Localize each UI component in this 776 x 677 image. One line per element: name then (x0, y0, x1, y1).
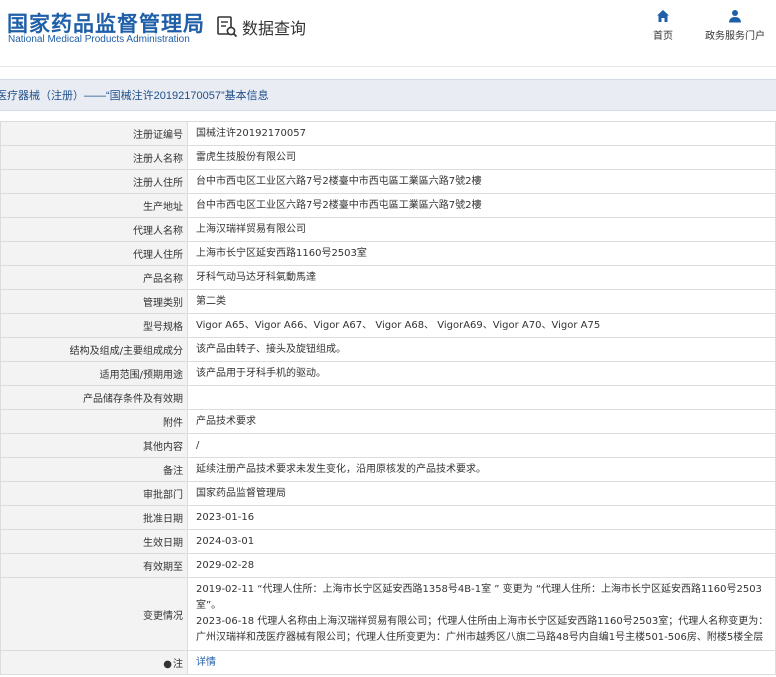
change-history-label: 变更情况 (0, 577, 188, 651)
row-label: 产品名称 (0, 265, 188, 290)
row-label: 其他内容 (0, 433, 188, 458)
row-value: 该产品由转子、接头及旋钮组成。 (187, 337, 776, 362)
table-row: 生效日期 2024-03-01 (0, 529, 776, 554)
row-value: Vigor A65、Vigor A66、Vigor A67、 Vigor A68… (187, 313, 776, 338)
table-row: 注册人住所 台中市西屯区工业区六路7号2楼臺中市西屯區工業區六路7號2樓 (0, 169, 776, 194)
row-value: / (187, 433, 776, 458)
change-history-row: 变更情况 2019-02-11 “代理人住所：上海市长宁区延安西路1358号4B… (0, 577, 776, 651)
row-label: 备注 (0, 457, 188, 482)
change-entry: 2019-02-11 “代理人住所：上海市长宁区延安西路1358号4B-1室 ”… (196, 584, 762, 611)
row-label: 审批部门 (0, 481, 188, 506)
row-label: 生效日期 (0, 529, 188, 554)
row-label: 管理类别 (0, 289, 188, 314)
row-label: 产品储存条件及有效期 (0, 385, 188, 410)
registration-info-body: 注册证编号 国械注许20192170057 注册人名称 雷虎生技股份有限公司 注… (0, 121, 776, 675)
table-row: 其他内容 / (0, 433, 776, 458)
data-query-icon (217, 16, 238, 38)
row-label: 适用范围/预期用途 (0, 361, 188, 386)
change-history-value: 2019-02-11 “代理人住所：上海市长宁区延安西路1358号4B-1室 ”… (187, 577, 776, 651)
breadcrumb: 医疗器械（注册）——“国械注许20192170057”基本信息 (0, 79, 776, 111)
row-label: 代理人名称 (0, 217, 188, 242)
row-label: 附件 (0, 409, 188, 434)
row-value: 台中市西屯区工业区六路7号2楼臺中市西屯區工業區六路7號2樓 (187, 193, 776, 218)
row-value: 延续注册产品技术要求未发生变化，沿用原核发的产品技术要求。 (187, 457, 776, 482)
detail-link[interactable]: 详情 (196, 657, 216, 668)
nav-home[interactable]: 首页 (650, 9, 676, 42)
row-label: 代理人住所 (0, 241, 188, 266)
note-value-cell: 详情 (187, 650, 776, 675)
nav-government-services[interactable]: 政务服务门户 (702, 9, 768, 42)
row-value: 上海市长宁区延安西路1160号2503室 (187, 241, 776, 266)
table-row: 型号规格 Vigor A65、Vigor A66、Vigor A67、 Vigo… (0, 313, 776, 338)
table-row: 注册证编号 国械注许20192170057 (0, 121, 776, 146)
table-row: 备注 延续注册产品技术要求未发生变化，沿用原核发的产品技术要求。 (0, 457, 776, 482)
table-row: 审批部门 国家药品监督管理局 (0, 481, 776, 506)
row-value: 国械注许20192170057 (187, 121, 776, 146)
row-value: 雷虎生技股份有限公司 (187, 145, 776, 170)
table-row: 产品名称 牙科气动马达牙科氣動馬達 (0, 265, 776, 290)
home-icon (657, 10, 669, 22)
table-row: 适用范围/预期用途 该产品用于牙科手机的驱动。 (0, 361, 776, 386)
table-row: 有效期至 2029-02-28 (0, 553, 776, 578)
row-label: 注册人名称 (0, 145, 188, 170)
site-header: 国家药品监督管理局 National Medical Products Admi… (0, 0, 776, 67)
row-value: 2024-03-01 (187, 529, 776, 554)
row-value: 第二类 (187, 289, 776, 314)
note-label: 注 (173, 659, 183, 670)
row-value: 牙科气动马达牙科氣動馬達 (187, 265, 776, 290)
bullet-icon: ● (163, 659, 172, 670)
table-row: 管理类别 第二类 (0, 289, 776, 314)
row-value: 国家药品监督管理局 (187, 481, 776, 506)
row-value: 该产品用于牙科手机的驱动。 (187, 361, 776, 386)
breadcrumb-text: 医疗器械（注册）——“国械注许20192170057”基本信息 (0, 90, 269, 102)
row-value: 台中市西屯区工业区六路7号2楼臺中市西屯區工業區六路7號2樓 (187, 169, 776, 194)
nav-home-label: 首页 (653, 31, 673, 42)
table-row: 代理人住所 上海市长宁区延安西路1160号2503室 (0, 241, 776, 266)
registration-info-table: 注册证编号 国械注许20192170057 注册人名称 雷虎生技股份有限公司 注… (0, 121, 776, 675)
row-label: 型号规格 (0, 313, 188, 338)
spacer (0, 67, 776, 79)
row-label: 有效期至 (0, 553, 188, 578)
row-value: 2029-02-28 (187, 553, 776, 578)
nav-government-services-label: 政务服务门户 (705, 31, 765, 42)
row-value: 上海汉瑞祥贸易有限公司 (187, 217, 776, 242)
site-logo-subtitle: National Medical Products Administration (8, 34, 190, 45)
data-query-link[interactable]: 数据查询 (216, 15, 306, 39)
row-label: 注册证编号 (0, 121, 188, 146)
row-value (187, 385, 776, 410)
table-row: 代理人名称 上海汉瑞祥贸易有限公司 (0, 217, 776, 242)
data-query-label: 数据查询 (242, 19, 307, 38)
row-label: 注册人住所 (0, 169, 188, 194)
user-icon (729, 10, 741, 23)
row-label: 生产地址 (0, 193, 188, 218)
row-value: 产品技术要求 (187, 409, 776, 434)
change-entry: 2023-06-18 代理人名称由上海汉瑞祥贸易有限公司；代理人住所由上海市长宁… (196, 616, 769, 643)
table-row: 批准日期 2023-01-16 (0, 505, 776, 530)
note-row: ●注 详情 (0, 650, 776, 675)
table-row: 结构及组成/主要组成成分 该产品由转子、接头及旋钮组成。 (0, 337, 776, 362)
row-label: 批准日期 (0, 505, 188, 530)
note-label-cell: ●注 (0, 650, 188, 675)
table-row: 注册人名称 雷虎生技股份有限公司 (0, 145, 776, 170)
table-row: 附件 产品技术要求 (0, 409, 776, 434)
row-value: 2023-01-16 (187, 505, 776, 530)
table-row: 产品储存条件及有效期 (0, 385, 776, 410)
row-label: 结构及组成/主要组成成分 (0, 337, 188, 362)
table-row: 生产地址 台中市西屯区工业区六路7号2楼臺中市西屯區工業區六路7號2樓 (0, 193, 776, 218)
